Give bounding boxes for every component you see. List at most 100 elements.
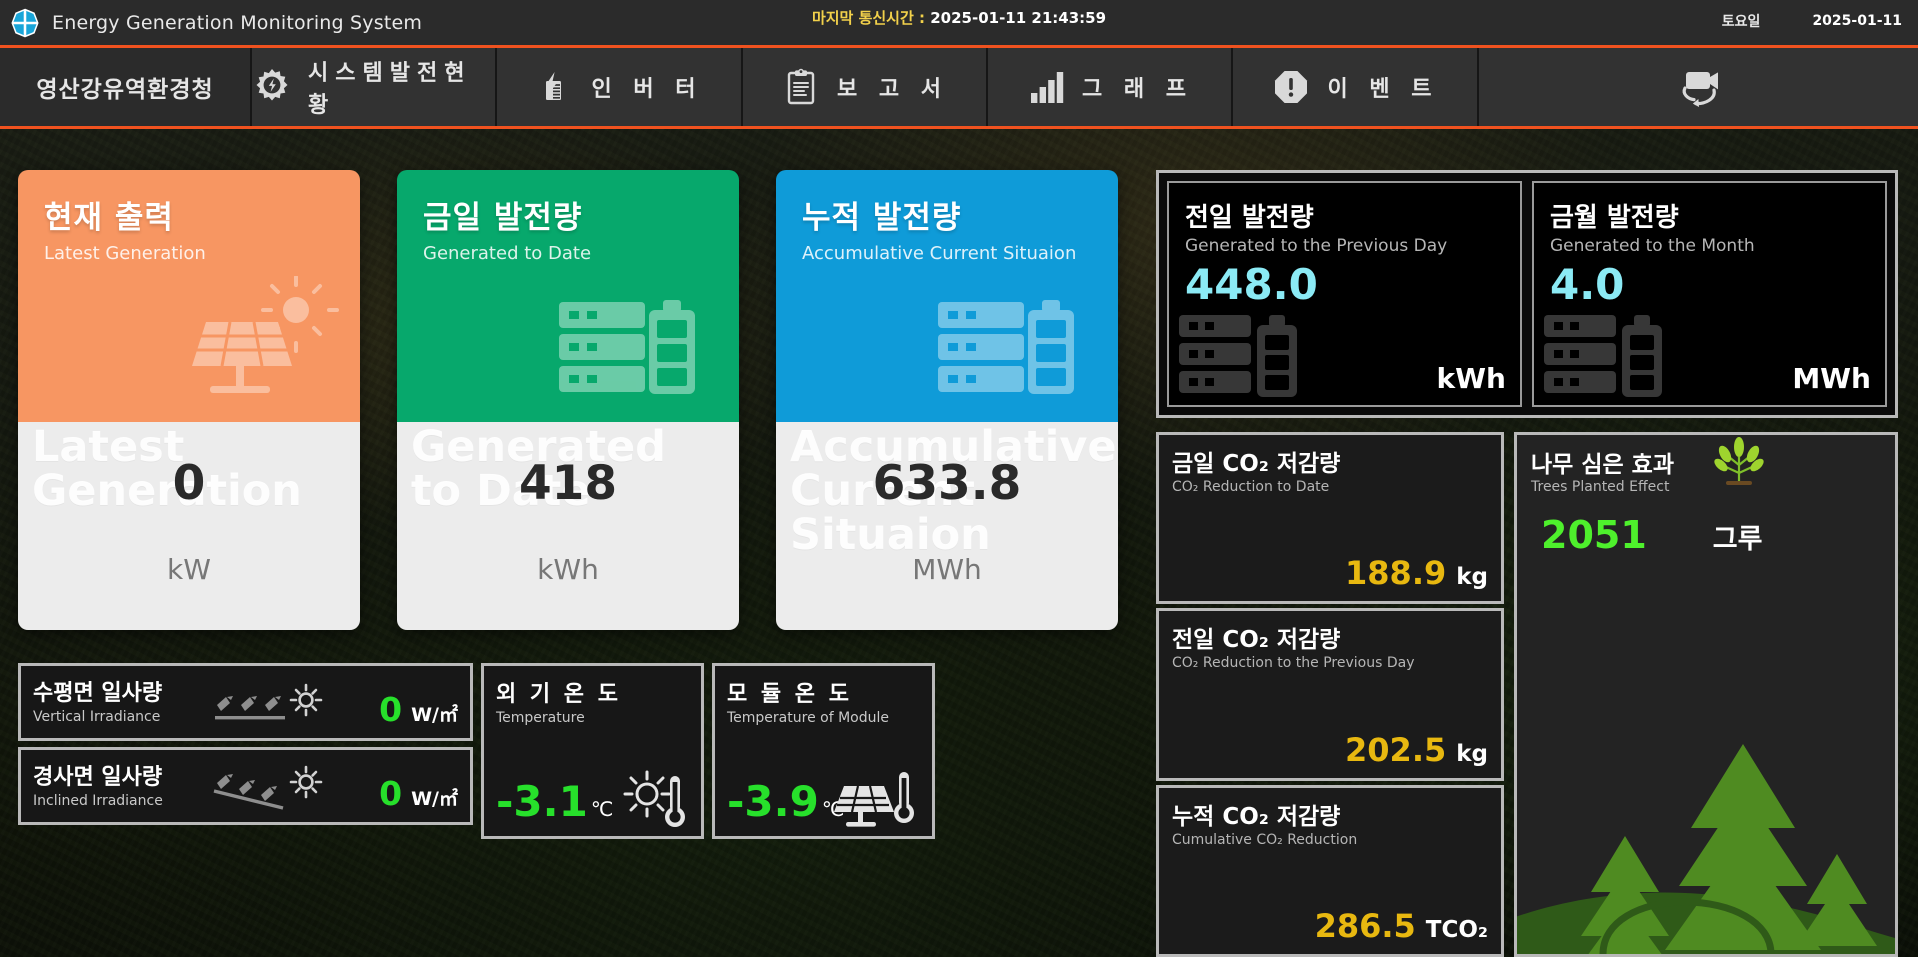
sun-bolt-icon (256, 69, 288, 101)
gen-title-en: Generated to the Previous Day (1185, 236, 1448, 256)
tree-title-en: Trees Planted Effect (1531, 479, 1670, 495)
irradiance-column: 수평면 일사량 Vertical Irradiance 0 W/㎡ 경사면 일사… (18, 663, 473, 839)
panel-value-group: 0 W/㎡ (379, 690, 458, 729)
gen-card-month: 금월 발전량 Generated to the Month 4.0 MWh (1532, 181, 1887, 407)
co2-value-group: 286.5 TCO₂ (1172, 907, 1488, 945)
nav-item-report[interactable]: 보 고 서 (741, 48, 986, 126)
kpi-value: 418 (518, 456, 618, 511)
kpi-body: Accumulative Current Situaion 633.8 MWh (776, 422, 1118, 630)
nav-label-site: 영산강유역환경청 (36, 77, 214, 103)
clipboard-icon (787, 68, 815, 105)
nav-item-graph[interactable]: 그 래 프 (986, 48, 1231, 126)
gen-unit: MWh (1792, 362, 1871, 395)
co2-title-ko: 전일 CO₂ 저감량 (1172, 627, 1341, 654)
kpi-card-latest-generation: 현재 출력 Latest Generation Latest Generatio… (18, 170, 360, 630)
co2-unit: kg (1456, 564, 1488, 591)
tilted-panel-sun-icon (213, 765, 323, 810)
panel-titles: 경사면 일사량 Inclined Irradiance (33, 759, 211, 809)
panel-vertical-irradiance: 수평면 일사량 Vertical Irradiance 0 W/㎡ (18, 663, 473, 741)
panel-unit: W/㎡ (411, 704, 458, 726)
server-battery-icon (1544, 315, 1662, 397)
nav-label-graph: 그 래 프 (1081, 77, 1194, 102)
tree-value-group: 2051 그루 (1531, 513, 1881, 557)
kpi-title-en: Latest Generation (44, 243, 206, 264)
co2-value-group: 188.9 kg (1172, 554, 1488, 592)
sensor-row: 수평면 일사량 Vertical Irradiance 0 W/㎡ 경사면 일사… (18, 663, 1138, 839)
panel-value: 0 (379, 774, 403, 813)
panel-unit: ℃ (590, 797, 614, 821)
kpi-unit: MWh (912, 553, 982, 586)
panel-inclined-irradiance: 경사면 일사량 Inclined Irradiance 0 W/㎡ (18, 747, 473, 825)
kpi-card-generated-to-date: 금일 발전량 Generated to Date Generated to Da… (397, 170, 739, 630)
server-battery-icon (938, 300, 1074, 394)
kpi-title-en: Generated to Date (423, 243, 592, 264)
nav-item-site[interactable]: 영산강유역환경청 (0, 48, 250, 126)
panel-title-en: Temperature (496, 710, 585, 726)
kpi-body: Generated to Date 418 kWh (397, 422, 739, 630)
nav-label-system-status: 시스템발전현황 (308, 61, 472, 118)
co2-card-cumulative: 누적 CO₂ 저감량 Cumulative CO₂ Reduction 286.… (1156, 784, 1504, 957)
panel-title-en: Inclined Irradiance (33, 793, 163, 809)
flat-panel-sun-icon (215, 683, 323, 720)
alert-octagon-icon (1275, 71, 1308, 103)
panel-module-temperature: 모 듈 온 도 Temperature of Module -3.9 ℃ (712, 663, 935, 839)
comm-time-label: 마지막 통신시간 : (811, 9, 925, 27)
right-column: 전일 발전량 Generated to the Previous Day 448… (1156, 170, 1898, 957)
gen-title-ko: 금월 발전량 (1550, 203, 1679, 233)
panel-titles: 수평면 일사량 Vertical Irradiance (33, 675, 211, 725)
app-title: Energy Generation Monitoring System (52, 11, 423, 34)
main-nav: 영산강유역환경청 시스템발전현황 인 버 터 보 고 서 그 래 프 이 벤 트 (0, 45, 1918, 129)
panel-title-ko: 외 기 온 도 (496, 682, 621, 707)
kpi-unit: kW (167, 553, 211, 586)
generation-card-row: 전일 발전량 Generated to the Previous Day 448… (1156, 170, 1898, 418)
panel-unit: W/㎡ (411, 788, 458, 810)
panel-title-ko: 수평면 일사량 (33, 681, 163, 706)
co2-title-en: Cumulative CO₂ Reduction (1172, 831, 1358, 848)
nav-label-report: 보 고 서 (836, 77, 949, 102)
left-column: 현재 출력 Latest Generation Latest Generatio… (18, 170, 1138, 957)
sprout-icon (1714, 437, 1764, 485)
panel-title-ko: 모 듈 온 도 (727, 682, 852, 707)
nav-item-cctv[interactable] (1477, 48, 1918, 126)
gen-value: 448.0 (1185, 260, 1318, 309)
gen-unit: kWh (1436, 362, 1506, 395)
panel-value-group: 0 W/㎡ (379, 774, 458, 813)
kpi-header: 누적 발전량 Accumulative Current Situaion (776, 170, 1118, 422)
nav-label-inverter: 인 버 터 (591, 77, 703, 102)
nav-item-event[interactable]: 이 벤 트 (1231, 48, 1477, 126)
nav-item-system-status[interactable]: 시스템발전현황 (250, 48, 495, 126)
co2-card-today: 금일 CO₂ 저감량 CO₂ Reduction to Date 188.9 k… (1156, 432, 1504, 605)
day-of-week: 토요일 (1721, 14, 1761, 30)
kpi-body: Latest Generation 0 kW (18, 422, 360, 630)
kpi-unit: kWh (537, 553, 599, 586)
kpi-title-ko: 금일 발전량 (423, 200, 583, 236)
kpi-title-ko: 현재 출력 (44, 200, 174, 236)
kpi-title-ko: 누적 발전량 (802, 200, 962, 236)
tree-value: 2051 (1541, 513, 1647, 557)
globe-logo-icon (11, 8, 39, 37)
gen-card-previous-day: 전일 발전량 Generated to the Previous Day 448… (1167, 181, 1522, 407)
brand: Energy Generation Monitoring System (0, 8, 422, 38)
co2-card-previous-day: 전일 CO₂ 저감량 CO₂ Reduction to the Previous… (1156, 608, 1504, 781)
server-battery-icon (559, 300, 695, 394)
tree-unit: 그루 (1712, 524, 1763, 555)
main-content: 현재 출력 Latest Generation Latest Generatio… (0, 132, 1918, 957)
nav-item-inverter[interactable]: 인 버 터 (495, 48, 741, 126)
top-bar: Energy Generation Monitoring System 마지막 … (0, 0, 1918, 45)
tree-planted-effect-card: 나무 심은 효과 Trees Planted Effect 2051 그루 (1514, 432, 1898, 957)
comm-time-value: 2025-01-11 21:43:59 (930, 9, 1107, 27)
gen-title-ko: 전일 발전량 (1185, 203, 1314, 233)
co2-title-en: CO₂ Reduction to Date (1172, 479, 1330, 495)
kpi-title-en: Accumulative Current Situaion (802, 243, 1077, 264)
date-row: 토요일 2025-01-11 (1722, 11, 1902, 31)
dashboard-root: Energy Generation Monitoring System 마지막 … (0, 0, 1918, 957)
kpi-value: 633.8 (872, 456, 1022, 511)
co2-title-en: CO₂ Reduction to the Previous Day (1172, 655, 1415, 672)
server-battery-icon (1179, 315, 1297, 397)
cctv-camera-icon (1682, 72, 1718, 107)
co2-value: 286.5 (1314, 906, 1416, 945)
current-date: 2025-01-11 (1812, 13, 1902, 29)
co2-title-ko: 누적 CO₂ 저감량 (1172, 803, 1341, 830)
panel-title-en: Temperature of Module (727, 710, 889, 726)
kpi-header: 금일 발전량 Generated to Date (397, 170, 739, 422)
